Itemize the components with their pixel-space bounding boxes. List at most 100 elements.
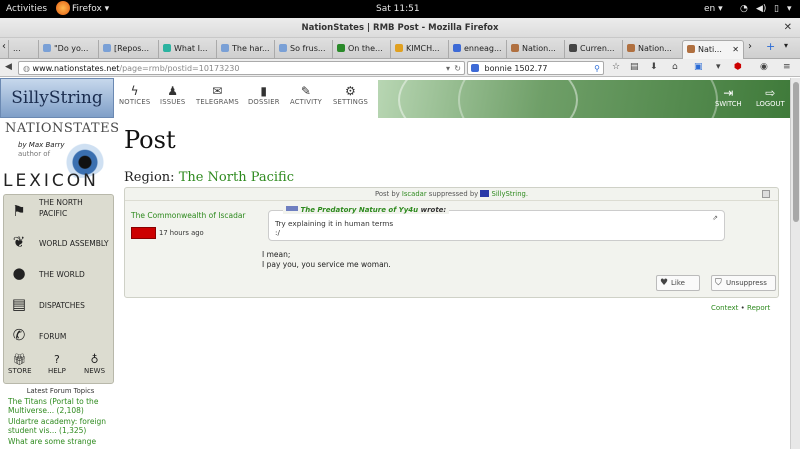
tab[interactable]: On the... bbox=[332, 40, 390, 59]
forum-topic-link[interactable]: Uldartre academy: foreign student vis...… bbox=[8, 417, 113, 435]
navigation-bar: ◀ ◍ www.nationstates.net/page=rmb/postid… bbox=[0, 59, 800, 77]
lexicon-banner[interactable]: LEXICON bbox=[3, 171, 99, 191]
rmb-post: Post by Iscadar suppressed by SillyStrin… bbox=[124, 187, 779, 298]
tab[interactable]: KIMCH... bbox=[390, 40, 448, 59]
sidebar-item-world-assembly[interactable]: ❦ WORLD ASSEMBLY bbox=[7, 228, 113, 258]
app-menu[interactable]: Firefox ▾ bbox=[72, 4, 109, 14]
envelope-icon: ✉ bbox=[212, 84, 223, 98]
site-title[interactable]: NATIONSTATES bbox=[5, 121, 120, 136]
sidebar-item-forum[interactable]: ✆ FORUM bbox=[7, 321, 113, 351]
locale-menu[interactable]: en ▾ bbox=[704, 4, 723, 14]
tab-label: On the... bbox=[348, 44, 383, 53]
tab[interactable]: Nation... bbox=[506, 40, 564, 59]
post-body-line: I pay you, you service me woman. bbox=[262, 260, 391, 269]
nav-notices[interactable]: ϟ NOTICES bbox=[119, 84, 150, 106]
tab[interactable]: So frus... bbox=[274, 40, 332, 59]
nav-dossier[interactable]: ▮ DOSSIER bbox=[248, 84, 280, 106]
tab-scroll-right-icon[interactable]: › bbox=[748, 41, 752, 52]
activities-button[interactable]: Activities bbox=[6, 4, 47, 14]
nation-flag[interactable] bbox=[131, 227, 156, 239]
post-header-text: suppressed by bbox=[428, 190, 479, 198]
context-link[interactable]: Context bbox=[711, 304, 738, 312]
reload-icon[interactable]: ↻ bbox=[454, 62, 461, 74]
back-icon[interactable]: ◀ bbox=[5, 62, 12, 72]
window-close-icon[interactable]: ✕ bbox=[784, 18, 792, 38]
tab[interactable]: Nation... bbox=[622, 40, 680, 59]
search-input[interactable]: bonnie 1502.77 ⚲ bbox=[467, 61, 604, 75]
tab[interactable]: ... bbox=[8, 40, 38, 59]
firefox-logo-icon bbox=[56, 1, 70, 15]
search-engine-icon[interactable] bbox=[471, 64, 479, 72]
downloads-icon[interactable]: ⬇ bbox=[650, 62, 658, 72]
quote-link-icon[interactable]: ⇗ bbox=[712, 214, 718, 222]
globe-icon: ● bbox=[12, 264, 26, 282]
logout-button[interactable]: ⇨ LOGOUT bbox=[756, 86, 785, 108]
forum-topic-link[interactable]: What are some strange bbox=[8, 437, 113, 446]
tab[interactable]: What I... bbox=[158, 40, 216, 59]
volume-icon[interactable]: ◀) bbox=[756, 4, 766, 14]
sidebar-item-region[interactable]: ⚑ THE NORTH PACIFIC bbox=[7, 197, 113, 227]
sidebar: NATIONSTATES by Max Barry author of LEXI… bbox=[0, 118, 119, 449]
nav-issues[interactable]: ♟ ISSUES bbox=[160, 84, 185, 106]
switch-button[interactable]: ⇥ SWITCH bbox=[715, 86, 742, 108]
wifi-icon[interactable]: ◔ bbox=[740, 4, 748, 14]
menu-icon[interactable]: ≡ bbox=[783, 62, 791, 72]
adblock-icon[interactable]: ⬢ bbox=[734, 62, 742, 72]
help-link[interactable]: ? HELP bbox=[48, 353, 66, 375]
nav-telegrams[interactable]: ✉ TELEGRAMS bbox=[196, 84, 239, 106]
tab-active[interactable]: Nati... ✕ bbox=[682, 40, 744, 59]
nav-activity[interactable]: ✎ ACTIVITY bbox=[290, 84, 322, 106]
store-link[interactable]: 🎁︎ STORE bbox=[8, 353, 32, 375]
region-heading: Region: The North Pacific bbox=[124, 170, 294, 185]
forum-topic-link[interactable]: The Titans (Portal to the Multiverse... … bbox=[8, 397, 113, 415]
clock[interactable]: Sat 11:51 bbox=[376, 4, 420, 14]
system-top-bar: Activities Firefox ▾ Sat 11:51 en ▾ ◔ ◀)… bbox=[0, 0, 800, 18]
tab-label: "Do yo... bbox=[54, 44, 89, 53]
search-icon[interactable]: ⚲ bbox=[594, 62, 600, 74]
post-header-text: Post by bbox=[375, 190, 400, 198]
tab-label: What I... bbox=[174, 44, 208, 53]
suppressor-link[interactable]: SillyString. bbox=[492, 190, 528, 198]
tab-scroll-left-icon[interactable]: ‹ bbox=[2, 41, 6, 52]
home-icon[interactable]: ⌂ bbox=[672, 62, 678, 72]
scrollbar-thumb[interactable] bbox=[793, 82, 799, 222]
sidebar-item-dispatches[interactable]: ▤ DISPATCHES bbox=[7, 290, 113, 320]
tab[interactable]: Curren... bbox=[564, 40, 622, 59]
expand-icon[interactable] bbox=[762, 190, 770, 198]
byline: by Max Barry bbox=[18, 141, 65, 149]
extension-dropdown-icon[interactable]: ▾ bbox=[716, 62, 721, 72]
page-icon bbox=[163, 44, 171, 52]
tab[interactable]: enneag... bbox=[448, 40, 506, 59]
news-link[interactable]: ♁ NEWS bbox=[84, 353, 105, 375]
tab-list-icon[interactable]: ▾ bbox=[784, 41, 788, 50]
sidebar-item-label: THE WORLD bbox=[39, 270, 85, 279]
dropdown-icon[interactable]: ▾ bbox=[446, 62, 450, 74]
tab[interactable]: "Do yo... bbox=[38, 40, 98, 59]
post-author-name[interactable]: The Commonwealth of Iscadar bbox=[131, 211, 246, 220]
chat-icon[interactable]: ◉ bbox=[760, 62, 768, 72]
system-menu-icon[interactable]: ▾ bbox=[787, 4, 792, 14]
nation-logo[interactable]: SillyString bbox=[0, 78, 114, 118]
vertical-scrollbar[interactable] bbox=[790, 78, 800, 449]
bookmark-star-icon[interactable]: ☆ bbox=[612, 62, 620, 72]
page-icon bbox=[221, 44, 229, 52]
nav-settings[interactable]: ⚙ SETTINGS bbox=[333, 84, 368, 106]
sidebar-item-world[interactable]: ● THE WORLD bbox=[7, 259, 113, 289]
tab-close-icon[interactable]: ✕ bbox=[732, 41, 739, 59]
forum-topics-title: Latest Forum Topics bbox=[26, 387, 95, 395]
post-author-link[interactable]: Iscadar bbox=[402, 190, 427, 198]
tab[interactable]: The har... bbox=[216, 40, 274, 59]
reading-list-icon[interactable]: ▤ bbox=[630, 62, 639, 72]
url-bar[interactable]: ◍ www.nationstates.net/page=rmb/postid=1… bbox=[18, 61, 465, 75]
header-banner: ⇥ SWITCH ⇨ LOGOUT bbox=[378, 80, 790, 118]
battery-icon[interactable]: ▯ bbox=[774, 4, 779, 14]
unsuppress-button[interactable]: ⛉ Unsuppress bbox=[711, 275, 776, 291]
report-link[interactable]: Report bbox=[747, 304, 770, 312]
extension-icon[interactable]: ▣ bbox=[694, 62, 703, 72]
region-link[interactable]: The North Pacific bbox=[179, 170, 294, 185]
tab[interactable]: [Repos... bbox=[98, 40, 158, 59]
new-tab-icon[interactable]: + bbox=[766, 40, 775, 53]
like-button[interactable]: ♥ Like bbox=[656, 275, 700, 291]
quote-author-link[interactable]: The Predatory Nature of Yy4u bbox=[300, 206, 418, 214]
news-label: NEWS bbox=[84, 367, 106, 375]
